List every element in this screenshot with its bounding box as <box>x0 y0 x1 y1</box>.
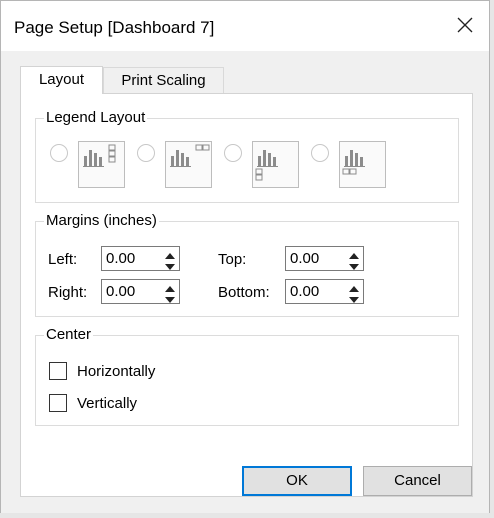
margin-right-increment[interactable] <box>162 281 178 292</box>
margin-top-label: Top: <box>218 251 247 268</box>
margin-right-spin-buttons <box>162 281 178 303</box>
margin-bottom-decrement[interactable] <box>346 292 362 303</box>
background-edge-bottom <box>0 513 494 518</box>
margin-top-input[interactable] <box>288 249 346 268</box>
margin-right-input[interactable] <box>104 282 162 301</box>
center-group: Center Horizontally Vertically <box>35 326 459 426</box>
margin-bottom-spin-buttons <box>346 281 362 303</box>
dialog-title: Page Setup [Dashboard 7] <box>14 18 215 37</box>
margin-bottom-input[interactable] <box>288 282 346 301</box>
margin-top-decrement[interactable] <box>346 259 362 270</box>
cancel-button-label: Cancel <box>394 472 441 489</box>
close-button[interactable] <box>449 9 481 41</box>
legend-layout-radio-1[interactable] <box>50 144 68 162</box>
legend-layout-radio-3[interactable] <box>224 144 242 162</box>
margins-title: Margins (inches) <box>44 212 159 230</box>
tab-layout[interactable]: Layout <box>20 66 103 94</box>
tab-print-scaling[interactable]: Print Scaling <box>103 67 224 93</box>
page-setup-dialog: Page Setup [Dashboard 7] Layout Print Sc… <box>0 0 490 513</box>
margin-left-decrement[interactable] <box>162 259 178 270</box>
tab-print-scaling-label: Print Scaling <box>121 72 206 89</box>
margin-right-decrement[interactable] <box>162 292 178 303</box>
margin-bottom-spinner <box>285 279 364 304</box>
background-edge-right <box>490 0 494 518</box>
tab-layout-label: Layout <box>38 71 85 88</box>
legend-layout-option-3[interactable] <box>252 141 299 188</box>
spin-down-icon <box>349 264 359 270</box>
ok-button-label: OK <box>286 472 308 489</box>
legend-layout-option-1[interactable] <box>78 141 125 188</box>
spin-down-icon <box>165 297 175 303</box>
layout-tab-panel: Legend Layout Margins (inches) Left: 0.0… <box>20 93 473 497</box>
center-vertically-label[interactable]: Vertically <box>77 395 137 413</box>
bar-chart-legend-icon <box>83 144 116 167</box>
center-vertically-checkbox[interactable] <box>49 394 67 412</box>
legend-layout-radio-4[interactable] <box>311 144 329 162</box>
margin-bottom-increment[interactable] <box>346 281 362 292</box>
close-icon <box>457 17 473 33</box>
legend-layout-title: Legend Layout <box>44 109 148 127</box>
bar-chart-legend-icon <box>170 144 210 167</box>
center-horizontally-checkbox[interactable] <box>49 362 67 380</box>
center-horizontally-label[interactable]: Horizontally <box>77 363 155 381</box>
spin-down-icon <box>165 264 175 270</box>
margin-left-label: Left: <box>48 251 78 268</box>
center-title: Center <box>44 326 94 344</box>
bar-chart-legend-icon <box>342 150 365 175</box>
margin-left-input[interactable] <box>104 249 162 268</box>
legend-layout-radio-2[interactable] <box>137 144 155 162</box>
margin-top-increment[interactable] <box>346 248 362 259</box>
margin-bottom-label: Bottom: <box>218 284 270 301</box>
legend-layout-option-2[interactable] <box>165 141 212 188</box>
margin-left-spinner <box>101 246 180 271</box>
margin-right-spinner <box>101 279 180 304</box>
margin-right-label: Right: <box>48 284 88 301</box>
cancel-button[interactable]: Cancel <box>363 466 472 496</box>
legend-layout-option-4[interactable] <box>339 141 386 188</box>
ok-button[interactable]: OK <box>242 466 352 496</box>
title-bar: Page Setup [Dashboard 7] <box>1 1 489 51</box>
dialog-body: Layout Print Scaling Legend Layout Margi… <box>1 51 489 513</box>
bar-chart-legend-icon <box>255 150 278 181</box>
legend-layout-group: Legend Layout <box>35 109 459 203</box>
margin-top-spin-buttons <box>346 248 362 270</box>
spin-down-icon <box>349 297 359 303</box>
margin-left-increment[interactable] <box>162 248 178 259</box>
margin-left-spin-buttons <box>162 248 178 270</box>
margin-top-spinner <box>285 246 364 271</box>
margins-group: Margins (inches) Left: Top: <box>35 212 459 317</box>
